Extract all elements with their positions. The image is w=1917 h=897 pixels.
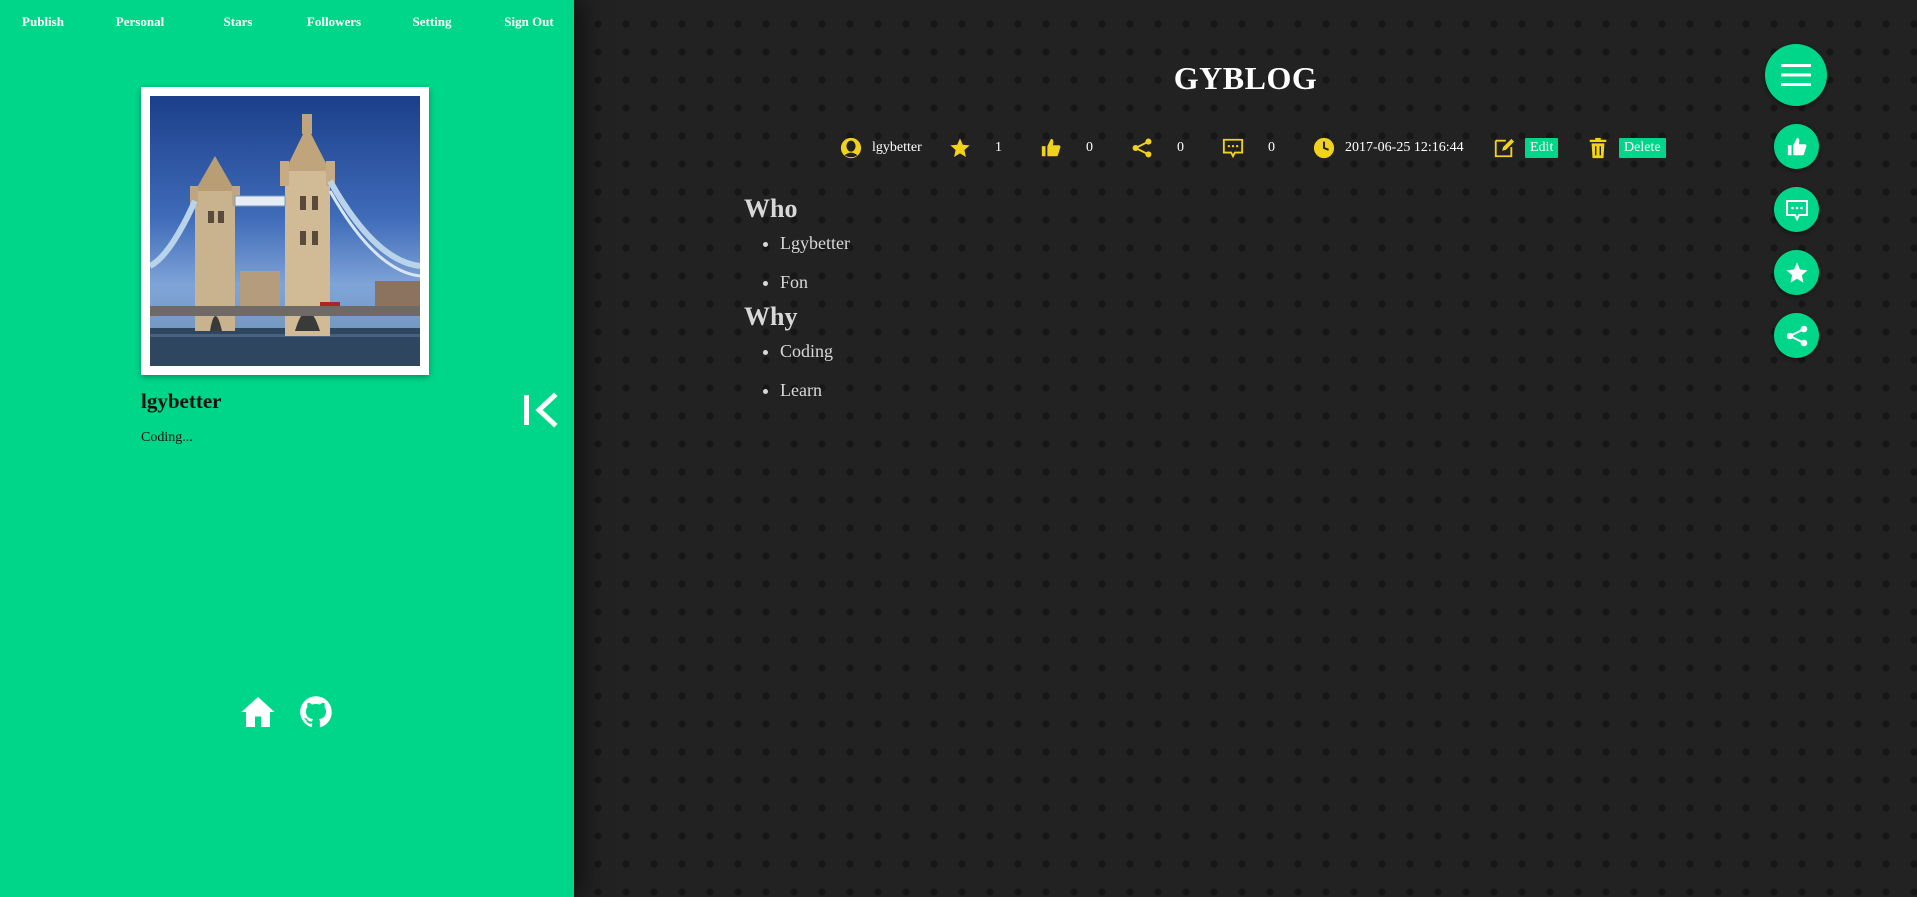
list-item: Coding — [780, 332, 850, 371]
share-icon — [1132, 138, 1152, 158]
share-icon — [1786, 325, 1807, 346]
comment-icon — [1222, 138, 1244, 159]
collapse-icon — [524, 392, 558, 428]
list-item: Fon — [780, 263, 850, 302]
section-heading: Why — [744, 302, 798, 331]
github-icon — [300, 696, 332, 728]
shares-count: 0 — [1177, 140, 1184, 155]
section-heading: Who — [744, 194, 798, 223]
collapse-sidebar-button[interactable] — [521, 390, 561, 430]
meta-date: 2017-06-25 12:16:44 — [1313, 136, 1464, 160]
star-fab[interactable] — [1774, 250, 1819, 295]
nav-setting[interactable]: Setting — [413, 14, 452, 30]
list-item: Learn — [780, 371, 850, 410]
share-fab[interactable] — [1774, 313, 1819, 358]
nav-publish[interactable]: Publish — [22, 14, 64, 30]
nav-personal[interactable]: Personal — [116, 14, 164, 30]
meta-stars[interactable]: 1 — [949, 136, 1002, 160]
author-name: lgybetter — [872, 140, 922, 155]
stars-count: 1 — [995, 140, 1002, 155]
blog-title: GYBLOG — [1173, 60, 1318, 96]
meta-shares[interactable]: 0 — [1131, 136, 1184, 160]
nav-sign-out[interactable]: Sign Out — [504, 14, 554, 30]
meta-comments[interactable]: 0 — [1222, 136, 1275, 160]
profile-bio: Coding... — [141, 430, 193, 445]
clock-icon — [1313, 137, 1335, 159]
avatar — [150, 96, 420, 366]
user-icon — [840, 137, 862, 159]
like-fab[interactable] — [1774, 124, 1819, 169]
profile-name: lgybetter — [141, 389, 222, 413]
delete-button[interactable]: Delete — [1619, 138, 1666, 158]
menu-fab[interactable] — [1765, 44, 1827, 106]
post-body: Who Lgybetter Fon Why Coding Learn — [744, 194, 850, 410]
meta-author[interactable]: lgybetter — [840, 136, 922, 160]
section-list: Lgybetter Fon — [744, 224, 850, 302]
thumbs-up-icon — [1787, 137, 1806, 155]
top-nav: Publish Personal Stars Followers Setting… — [0, 14, 574, 34]
list-item: Lgybetter — [780, 224, 850, 263]
comment-icon — [1785, 199, 1808, 221]
delete-action[interactable]: Delete — [1587, 136, 1666, 160]
main-content: GYBLOG lgybetter 1 0 0 0 2017-06-25 12:1… — [574, 0, 1917, 897]
github-link[interactable] — [298, 694, 334, 730]
edit-button[interactable]: Edit — [1525, 138, 1559, 158]
edit-icon — [1494, 138, 1515, 158]
home-icon — [241, 697, 275, 727]
nav-stars[interactable]: Stars — [224, 14, 253, 30]
thumbs-up-icon — [1041, 138, 1061, 157]
menu-icon — [1781, 64, 1811, 86]
nav-followers[interactable]: Followers — [307, 14, 361, 30]
edit-action[interactable]: Edit — [1493, 136, 1559, 160]
section-list: Coding Learn — [744, 332, 850, 410]
star-icon — [950, 138, 970, 157]
star-icon — [1786, 262, 1807, 283]
home-link[interactable] — [240, 694, 276, 730]
trash-icon — [1589, 137, 1607, 159]
meta-likes[interactable]: 0 — [1040, 136, 1093, 160]
sidebar: Publish Personal Stars Followers Setting… — [0, 0, 574, 897]
likes-count: 0 — [1086, 140, 1093, 155]
comment-fab[interactable] — [1774, 187, 1819, 232]
post-date: 2017-06-25 12:16:44 — [1345, 140, 1464, 155]
avatar-frame — [141, 87, 429, 375]
comments-count: 0 — [1268, 140, 1275, 155]
